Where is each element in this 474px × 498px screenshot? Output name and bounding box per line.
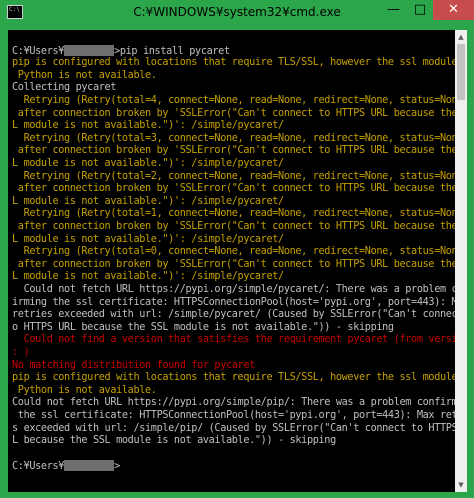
console-line-text: Python is not available. [12,384,157,396]
console-line-text: Retrying (Retry(total=1, connect=None, r… [12,208,455,220]
console-line-text: L module is not available.")': /simple/p… [12,233,284,245]
console-line-text: L module is not available.")': /simple/p… [12,158,284,169]
console-line-text: o HTTPS URL because the SSL module is no… [12,321,394,333]
prompt-line: C:¥Users¥ >pip install pycaret [12,44,230,57]
console-line-text: after connection broken by 'SSLError("Ca… [12,145,455,157]
console-line-text: Could not find a version that satisfies … [12,334,455,346]
console-line: after connection broken by 'SSLError("Ca… [12,259,455,271]
console-line: L module is not available.")': /simple/p… [12,158,284,170]
console-line-text: Retrying (Retry(total=3, connect=None, r… [12,132,455,144]
console-line: Could not fetch URL https://pypi.org/sim… [12,284,455,296]
console-line: s exceeded with url: /simple/pip/ (Cause… [12,423,455,435]
console-line: pip is configured with locations that re… [12,372,455,384]
console-line-text: the ssl certificate: HTTPSConnectionPool… [12,410,455,421]
minimize-button[interactable]: — [380,0,407,20]
scroll-up-arrow-icon[interactable]: ▲ [455,30,467,44]
console-line-text: pip is configured with locations that re… [12,57,455,69]
console-line-text: Collecting pycaret [12,82,117,94]
cmd-window: C:¥WINDOWS¥system32¥cmd.exe — □ ✕ C:¥Use… [0,0,474,498]
close-button[interactable]: ✕ [433,0,474,20]
redacted-username [64,44,115,56]
console-line: No matching distribution found for pycar… [12,360,255,372]
console-line-text: No matching distribution found for pycar… [12,359,255,371]
console-line-text: after connection broken by 'SSLError("Ca… [12,183,455,195]
console-line-text: C:¥Users¥ [12,45,65,57]
redacted-username [64,460,115,472]
console-line: Retrying (Retry(total=1, connect=None, r… [12,208,455,220]
console-line: retries exceeded with url: /simple/pycar… [12,309,455,321]
console-line: : ) [12,347,30,359]
console-line-text: irming the ssl certificate: HTTPSConnect… [12,296,455,308]
console-line-text: L module is not available.")': /simple/p… [12,120,284,132]
console-line-text: s exceeded with url: /simple/pip/ (Cause… [12,422,455,434]
console-line-text: L because the SSL module is not availabl… [12,435,336,447]
console-line-text: after connection broken by 'SSLError("Ca… [12,221,455,232]
console-line: after connection broken by 'SSLError("Ca… [12,221,455,233]
console-line: L module is not available.")': /simple/p… [12,196,284,208]
console-line-text: Python is not available. [12,69,157,81]
prompt-line: C:¥Users¥ > [12,460,120,472]
console-line-text: Retrying (Retry(total=4, connect=None, r… [12,95,455,106]
console-line-text: Retrying (Retry(total=2, connect=None, r… [12,170,455,182]
console-line-text: pip is configured with locations that re… [12,372,455,384]
console-line: after connection broken by 'SSLError("Ca… [12,145,455,157]
console-line-text: Could not fetch URL https://pypi.org/sim… [12,284,455,295]
console-line-text: L module is not available.")': /simple/p… [12,195,284,207]
console-output[interactable]: C:¥Users¥ >pip install pycaret pip is conf… [8,30,455,492]
console-line: Retrying (Retry(total=0, connect=None, r… [12,246,455,258]
console-line: Could not find a version that satisfies … [12,334,455,346]
vertical-scrollbar[interactable]: ▲ ▼ [455,30,467,492]
console-line-text: Could not fetch URL https://pypi.org/sim… [12,397,455,409]
console-line: the ssl certificate: HTTPSConnectionPool… [12,410,455,422]
console-line: L because the SSL module is not availabl… [12,435,336,447]
console-line-text: C:¥Users¥ [12,461,65,473]
console-line: after connection broken by 'SSLError("Ca… [12,108,455,120]
title-bar[interactable]: C:¥WINDOWS¥system32¥cmd.exe — □ ✕ [0,0,474,26]
console-line: Python is not available. [12,70,157,82]
console-line: L module is not available.")': /simple/p… [12,234,284,246]
console-line-text: : ) [12,347,30,358]
maximize-button[interactable]: □ [407,0,433,20]
console-line: Could not fetch URL https://pypi.org/sim… [12,397,455,409]
command-text: > [114,461,120,473]
console-line-text: L module is not available.")': /simple/p… [12,271,284,283]
console-line: L module is not available.")': /simple/p… [12,271,284,283]
scroll-down-arrow-icon[interactable]: ▼ [455,478,467,492]
console-line: L module is not available.")': /simple/p… [12,120,284,132]
console-line-text: after connection broken by 'SSLError("Ca… [12,258,455,270]
command-text: >pip install pycaret [114,45,230,57]
console-line: o HTTPS URL because the SSL module is no… [12,322,394,334]
console-line: Retrying (Retry(total=2, connect=None, r… [12,171,455,183]
console-line-text: retries exceeded with url: /simple/pycar… [12,309,455,321]
console-line: pip is configured with locations that re… [12,57,455,69]
console-line: Collecting pycaret [12,82,116,94]
console-line: Retrying (Retry(total=4, connect=None, r… [12,95,455,107]
scrollbar-thumb[interactable] [457,44,465,100]
console-line: irming the ssl certificate: HTTPSConnect… [12,297,455,309]
console-line-text: after connection broken by 'SSLError("Ca… [12,107,455,119]
console-line: after connection broken by 'SSLError("Ca… [12,183,455,195]
console-line-text: Retrying (Retry(total=0, connect=None, r… [12,246,455,258]
console-line: Retrying (Retry(total=3, connect=None, r… [12,133,455,145]
console-line: Python is not available. [12,385,157,397]
